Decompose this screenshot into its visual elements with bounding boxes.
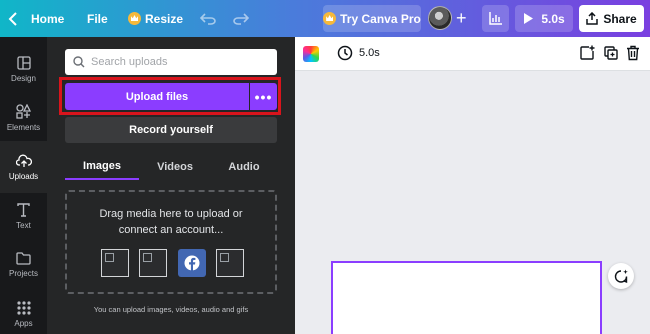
clock-icon[interactable] xyxy=(337,45,353,66)
uploads-panel: Upload files ••• Record yourself Images … xyxy=(47,37,295,334)
rail-label-uploads: Uploads xyxy=(8,171,39,181)
rail-item-elements[interactable]: Elements xyxy=(0,92,47,144)
rail-item-apps[interactable]: Apps xyxy=(0,288,47,334)
media-tabs: Images Videos Audio xyxy=(65,154,277,180)
dropzone-text: Drag media here to upload or connect an … xyxy=(67,206,275,238)
upload-more-options-button[interactable]: ••• xyxy=(250,83,277,110)
play-icon xyxy=(524,13,534,24)
rail-item-projects[interactable]: Projects xyxy=(0,239,47,291)
share-button[interactable]: Share xyxy=(579,5,644,32)
add-people-icon[interactable]: + xyxy=(456,9,467,27)
facebook-icon[interactable] xyxy=(178,249,206,277)
search-input[interactable] xyxy=(91,56,261,68)
try-pro-label: Try Canva Pro xyxy=(340,11,421,26)
left-rail: Design Elements Uploads Text Projects Ap… xyxy=(0,37,47,334)
crown-icon xyxy=(323,12,337,25)
back-chevron-icon[interactable] xyxy=(8,0,22,37)
top-bar: Home File Resize Try Canva Pro + 5.0s Sh… xyxy=(0,0,650,37)
broken-image-icon[interactable] xyxy=(101,249,129,277)
upload-files-button[interactable]: Upload files xyxy=(65,83,249,110)
avatar[interactable] xyxy=(428,6,452,30)
file-menu[interactable]: File xyxy=(87,0,108,37)
upload-cloud-icon xyxy=(15,154,32,167)
connect-accounts xyxy=(101,249,251,277)
rail-label-apps: Apps xyxy=(14,318,33,328)
rail-item-design[interactable]: Design xyxy=(0,43,47,95)
redo-icon[interactable] xyxy=(233,0,249,37)
dropzone-line-1: Drag media here to upload or xyxy=(99,208,243,220)
canvas-toolbar: 5.0s xyxy=(295,37,650,71)
undo-icon[interactable] xyxy=(200,0,216,37)
rail-item-uploads[interactable]: Uploads xyxy=(0,141,47,193)
search-icon xyxy=(73,56,85,68)
share-icon xyxy=(586,12,599,25)
duplicate-page-icon[interactable] xyxy=(603,45,619,66)
play-duration: 5.0s xyxy=(541,11,565,26)
resize-label: Resize xyxy=(145,11,184,26)
broken-image-icon[interactable] xyxy=(216,249,244,277)
add-page-icon[interactable] xyxy=(579,45,595,66)
rail-label-projects: Projects xyxy=(9,269,38,278)
crown-icon xyxy=(128,12,141,25)
page-duration[interactable]: 5.0s xyxy=(359,47,380,59)
bar-chart-icon xyxy=(488,12,502,25)
dropzone-line-2: connect an account... xyxy=(118,224,224,236)
rail-label-elements: Elements xyxy=(6,123,41,132)
insights-button[interactable] xyxy=(482,5,509,32)
canvas-area: 5.0s xyxy=(295,37,650,334)
tab-images[interactable]: Images xyxy=(65,154,139,180)
text-icon xyxy=(17,202,30,217)
rail-label-design: Design xyxy=(11,73,36,83)
apps-grid-icon xyxy=(16,300,31,315)
design-icon xyxy=(16,55,31,70)
upload-dropzone[interactable]: Drag media here to upload or connect an … xyxy=(65,190,277,294)
elements-icon xyxy=(16,104,31,119)
trash-icon[interactable] xyxy=(626,45,640,66)
record-yourself-button[interactable]: Record yourself xyxy=(65,117,277,143)
share-label: Share xyxy=(603,11,637,26)
folder-icon xyxy=(16,252,31,265)
tab-audio[interactable]: Audio xyxy=(211,154,277,180)
present-button[interactable]: 5.0s xyxy=(515,5,573,32)
rail-item-text[interactable]: Text xyxy=(0,190,47,242)
try-canva-pro-button[interactable]: Try Canva Pro xyxy=(323,5,421,32)
upload-footnote: You can upload images, videos, audio and… xyxy=(93,305,249,314)
search-box[interactable] xyxy=(65,49,277,75)
chat-sparkle-icon xyxy=(614,269,628,283)
assistant-button[interactable] xyxy=(608,263,634,289)
broken-image-icon[interactable] xyxy=(139,249,167,277)
resize-button[interactable]: Resize xyxy=(128,0,183,37)
color-picker-icon[interactable] xyxy=(303,46,319,62)
design-page[interactable] xyxy=(331,261,602,334)
rail-label-text: Text xyxy=(16,220,31,230)
home-link[interactable]: Home xyxy=(31,0,64,37)
tab-videos[interactable]: Videos xyxy=(139,154,211,180)
